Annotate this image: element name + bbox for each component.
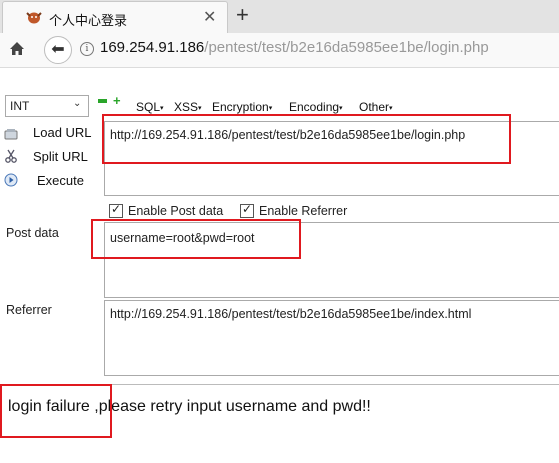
home-icon[interactable] xyxy=(9,41,25,56)
referrer-label: Referrer xyxy=(6,303,52,317)
menu-other[interactable]: Other▾ xyxy=(359,100,393,114)
menu-sql[interactable]: SQL▾ xyxy=(136,100,164,114)
enable-referrer-label: Enable Referrer xyxy=(259,204,348,218)
type-select[interactable]: INT ⌄ xyxy=(5,95,89,117)
menu-xss[interactable]: XSS▾ xyxy=(174,100,202,114)
tab-title: 个人中心登录 xyxy=(49,13,128,28)
info-icon[interactable]: i xyxy=(80,42,94,56)
close-icon[interactable]: ✕ xyxy=(203,7,216,27)
enable-post-label: Enable Post data xyxy=(128,204,224,218)
new-tab-button[interactable]: + xyxy=(236,2,249,28)
tab-bar: 个人中心登录 ✕ + xyxy=(0,0,559,34)
result-highlight-box xyxy=(0,384,112,438)
url-host: 169.254.91.186 xyxy=(100,39,205,56)
address-bar[interactable]: 169.254.91.186/pentest/test/b2e16da5985e… xyxy=(100,39,489,56)
split-url-button[interactable]: Split URL xyxy=(33,149,88,164)
minus-icon[interactable] xyxy=(98,99,107,103)
scissors-icon xyxy=(5,149,17,163)
referrer-textarea[interactable]: http://169.254.91.186/pentest/test/b2e16… xyxy=(104,300,559,376)
back-arrow-icon: ⬅ xyxy=(51,41,65,58)
chevron-down-icon: ⌄ xyxy=(73,98,82,109)
menu-encryption[interactable]: Encryption▾ xyxy=(212,100,272,114)
referrer-value: http://169.254.91.186/pentest/test/b2e16… xyxy=(110,307,472,321)
post-data-label: Post data xyxy=(6,226,59,240)
active-tab[interactable]: 个人中心登录 ✕ xyxy=(2,1,228,34)
load-url-button[interactable]: Load URL xyxy=(33,125,92,140)
execute-button[interactable]: Execute xyxy=(37,173,84,188)
url-highlight-box xyxy=(102,114,511,164)
type-select-value: INT xyxy=(10,99,30,113)
menu-encoding[interactable]: Encoding▾ xyxy=(289,100,343,114)
url-path: /pentest/test/b2e16da5985ee1be/login.php xyxy=(204,39,489,56)
enable-post-checkbox[interactable] xyxy=(109,202,123,218)
enable-referrer-checkbox[interactable] xyxy=(240,202,254,218)
cow-favicon-icon xyxy=(26,12,42,24)
back-button[interactable]: ⬅ xyxy=(44,36,72,64)
post-highlight-box xyxy=(91,219,301,259)
navigation-bar: ⬅ i 169.254.91.186/pentest/test/b2e16da5… xyxy=(0,33,559,68)
execute-icon xyxy=(4,173,18,187)
load-url-icon xyxy=(4,129,18,140)
plus-icon[interactable]: + xyxy=(113,94,121,107)
